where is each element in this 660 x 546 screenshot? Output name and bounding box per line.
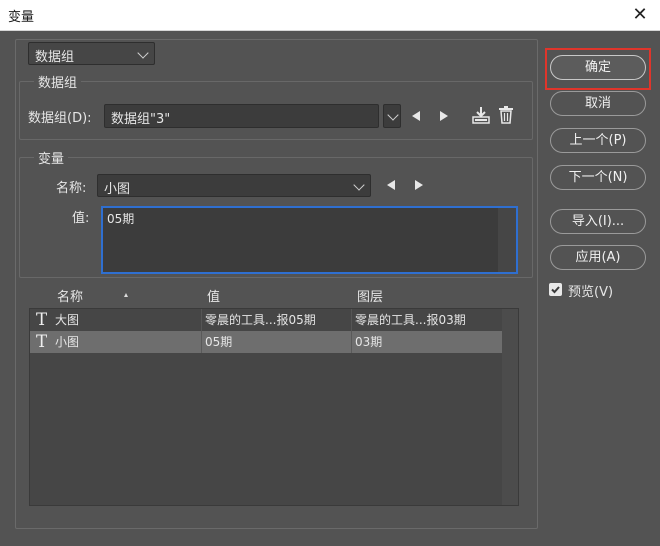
row-value: 零晨的工具...报05期 [205,313,316,327]
preview-label[interactable]: 预览(V) [568,281,613,300]
column-divider [351,309,352,331]
import-button[interactable]: 导入(I)... [550,209,646,234]
next-dataset-icon[interactable] [440,111,448,121]
trash-icon[interactable] [498,106,514,124]
ok-button[interactable]: 确定 [550,55,646,80]
dataset-label: 数据组(D): [28,111,92,126]
table-row[interactable]: T 大图 零晨的工具...报05期 零晨的工具...报03期 [30,309,502,331]
column-divider [201,309,202,331]
column-divider [201,331,202,353]
dataset-group-legend: 数据组 [34,72,82,91]
column-divider [351,331,352,353]
checkmark-icon [551,286,560,294]
text-layer-icon: T [36,310,48,330]
row-name: 大图 [55,313,80,327]
name-label: 名称: [56,181,87,196]
preview-checkbox[interactable] [549,283,562,296]
value-textarea[interactable]: 05期 [101,206,518,274]
value-label: 值: [72,211,90,226]
dataset-select-value: 数据组"3" [111,112,171,127]
save-dataset-icon[interactable] [471,105,491,125]
previous-variable-icon[interactable] [387,180,395,190]
value-text: 05期 [107,212,135,226]
text-layer-icon: T [36,332,48,352]
next-button[interactable]: 下一个(N) [550,165,646,190]
row-name: 小图 [55,335,80,349]
table-row-selected[interactable]: T 小图 05期 03期 [30,331,502,353]
row-layer: 零晨的工具...报03期 [355,313,466,327]
textarea-scrollbar[interactable] [498,208,516,272]
cancel-button[interactable]: 取消 [550,91,646,116]
row-value: 05期 [205,335,233,349]
variable-name-select[interactable]: 小图 [97,174,371,197]
chevron-down-icon [353,179,365,191]
column-header-name[interactable]: 名称 [57,286,83,305]
next-variable-icon[interactable] [415,180,423,190]
dataset-select[interactable]: 数据组"3" [104,104,379,128]
variables-table: T 大图 零晨的工具...报05期 零晨的工具...报03期 T 小图 05期 … [29,308,519,506]
sort-ascending-icon [124,293,128,297]
column-header-layer[interactable]: 图层 [357,286,383,305]
column-header-value[interactable]: 值 [207,286,220,305]
variable-name-value: 小图 [104,182,131,197]
mode-select-value: 数据组 [35,50,75,65]
dataset-dropdown-button[interactable] [383,104,401,128]
row-layer: 03期 [355,335,383,349]
close-icon[interactable]: ✕ [628,4,652,26]
title-bar [0,0,660,31]
chevron-down-icon [137,47,149,59]
chevron-down-icon [387,109,399,121]
variable-group-legend: 变量 [34,148,69,167]
table-scrollbar[interactable] [502,309,518,505]
window-title: 变量 [8,10,35,25]
mode-select[interactable]: 数据组 [28,42,155,65]
previous-button[interactable]: 上一个(P) [550,128,646,153]
apply-button[interactable]: 应用(A) [550,245,646,270]
previous-dataset-icon[interactable] [412,111,420,121]
